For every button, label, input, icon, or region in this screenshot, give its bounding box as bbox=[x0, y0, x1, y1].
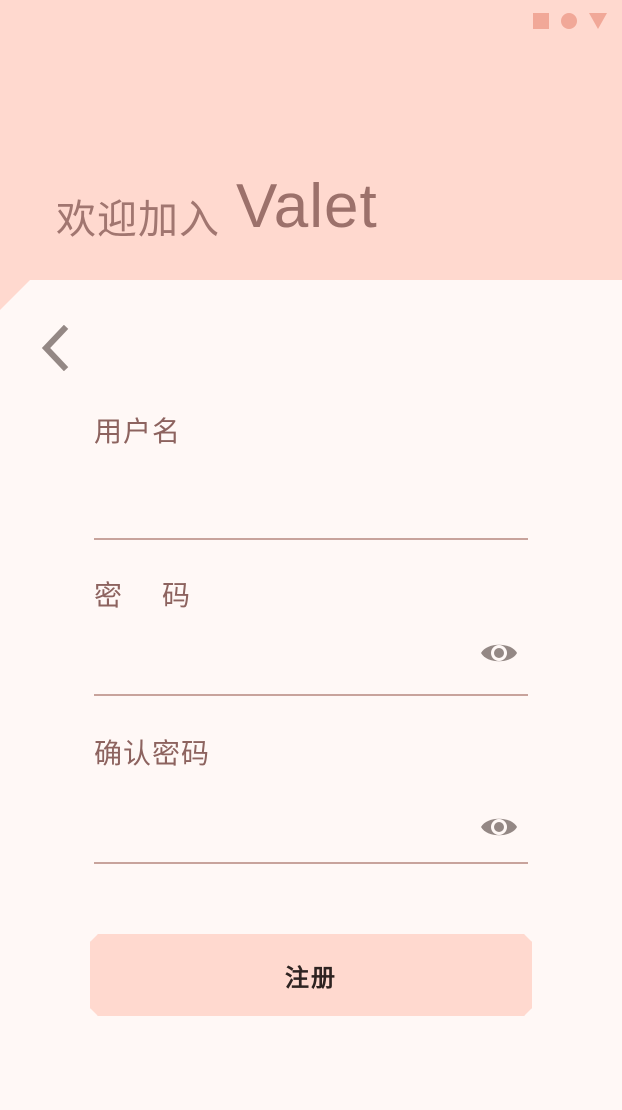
page-title: 欢迎加入 Valet bbox=[56, 172, 378, 243]
password-underline bbox=[94, 694, 528, 696]
status-bar bbox=[532, 12, 608, 30]
register-button[interactable]: 注册 bbox=[90, 934, 532, 1016]
triangle-icon bbox=[588, 12, 608, 30]
eye-icon bbox=[479, 639, 519, 671]
username-input[interactable] bbox=[94, 494, 532, 536]
confirm-password-underline bbox=[94, 862, 528, 864]
password-label: 密码 bbox=[94, 579, 231, 612]
password-input[interactable] bbox=[94, 636, 468, 678]
chevron-left-icon bbox=[40, 324, 70, 375]
confirm-password-label: 确认密码 bbox=[94, 737, 211, 770]
app-name: Valet bbox=[236, 172, 378, 241]
password-field-group: 密码 bbox=[94, 580, 528, 702]
toggle-password-visibility-button[interactable] bbox=[478, 634, 520, 676]
circle-icon bbox=[560, 12, 578, 30]
back-button[interactable] bbox=[30, 320, 80, 380]
register-button-label: 注册 bbox=[285, 964, 337, 992]
square-icon bbox=[532, 12, 550, 30]
confirm-password-field-group: 确认密码 bbox=[94, 738, 528, 870]
eye-icon bbox=[479, 813, 519, 845]
confirm-password-input[interactable] bbox=[94, 806, 468, 848]
username-underline bbox=[94, 538, 528, 540]
username-field-group: 用户名 bbox=[94, 415, 532, 546]
toggle-confirm-password-visibility-button[interactable] bbox=[478, 808, 520, 850]
username-label: 用户名 bbox=[94, 415, 182, 448]
welcome-text: 欢迎加入 bbox=[56, 197, 220, 243]
